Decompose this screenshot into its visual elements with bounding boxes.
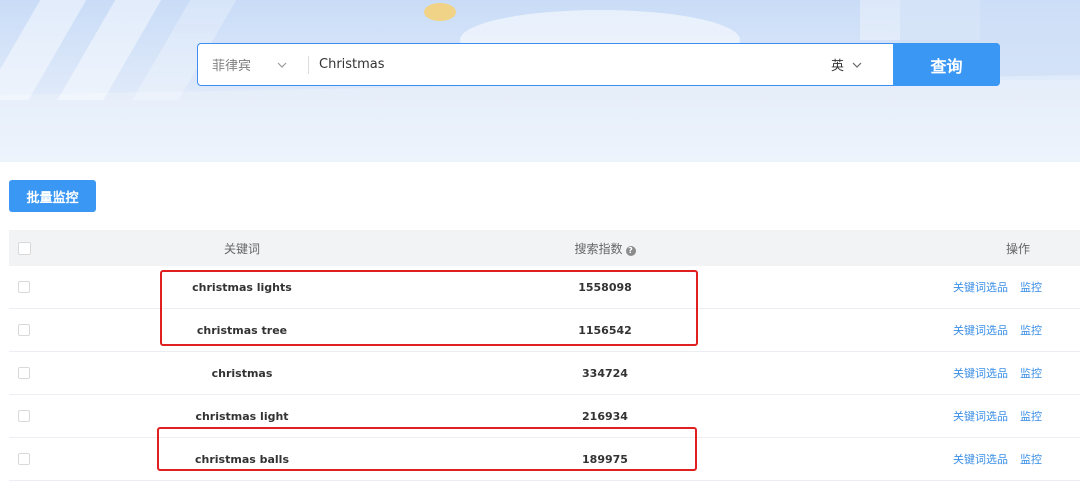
monitor-link[interactable]: 监控 xyxy=(1020,281,1042,294)
row-checkbox[interactable] xyxy=(18,281,30,293)
search-index-cell: 1558098 xyxy=(578,280,632,294)
keyword-select-link[interactable]: 关键词选品 xyxy=(953,324,1008,337)
keyword-table: 关键词 搜索指数? 操作 christmas lights 1558098 关键… xyxy=(9,230,1080,481)
row-checkbox[interactable] xyxy=(18,324,30,336)
search-index-cell: 189975 xyxy=(582,452,628,466)
table-row: christmas tree 1156542 关键词选品 监控 xyxy=(9,309,1080,352)
region-select[interactable]: 菲律宾 xyxy=(198,44,308,85)
search-index-cell: 334724 xyxy=(582,366,628,380)
table-row: christmas light 216934 关键词选品 监控 xyxy=(9,395,1080,438)
monitor-link[interactable]: 监控 xyxy=(1020,410,1042,423)
batch-monitor-button[interactable]: 批量监控 xyxy=(9,180,96,212)
keyword-select-link[interactable]: 关键词选品 xyxy=(953,367,1008,380)
search-index-cell: 1156542 xyxy=(578,323,632,337)
search-bar: 菲律宾 英 查询 xyxy=(197,43,1000,86)
keyword-select-link[interactable]: 关键词选品 xyxy=(953,410,1008,423)
column-header-actions: 操作 xyxy=(1005,241,1030,256)
row-checkbox[interactable] xyxy=(18,410,30,422)
table-row: christmas lights 1558098 关键词选品 监控 xyxy=(9,266,1080,309)
region-select-value: 菲律宾 xyxy=(212,59,252,74)
keyword-cell: christmas tree xyxy=(196,323,288,337)
help-icon[interactable]: ? xyxy=(625,245,636,256)
table-row: christmas 334724 关键词选品 监控 xyxy=(9,352,1080,395)
select-all-checkbox[interactable] xyxy=(18,241,31,255)
row-checkbox[interactable] xyxy=(18,453,30,465)
column-header-search-index: 搜索指数? xyxy=(435,240,775,257)
monitor-link[interactable]: 监控 xyxy=(1020,367,1042,380)
column-header-search-index-label: 搜索指数 xyxy=(574,241,623,256)
monitor-link[interactable]: 监控 xyxy=(1020,324,1042,337)
keyword-cell: christmas lights xyxy=(192,280,292,294)
search-input[interactable] xyxy=(309,44,831,85)
chevron-down-icon xyxy=(277,62,287,68)
keyword-cell: christmas light xyxy=(195,409,289,423)
keyword-select-link[interactable]: 关键词选品 xyxy=(953,281,1008,294)
language-select-value: 英 xyxy=(831,59,845,74)
monitor-link[interactable]: 监控 xyxy=(1020,453,1042,466)
language-select[interactable]: 英 xyxy=(831,44,893,85)
keyword-select-link[interactable]: 关键词选品 xyxy=(953,453,1008,466)
column-header-keyword: 关键词 xyxy=(223,241,260,256)
search-index-cell: 216934 xyxy=(582,409,628,423)
search-banner: 菲律宾 英 查询 xyxy=(0,0,1080,162)
table-header: 关键词 搜索指数? 操作 xyxy=(9,230,1080,266)
chevron-down-icon xyxy=(852,62,862,68)
keyword-cell: christmas xyxy=(211,366,273,380)
keyword-cell: christmas balls xyxy=(195,452,289,466)
row-checkbox[interactable] xyxy=(18,367,30,379)
query-button[interactable]: 查询 xyxy=(893,43,1000,86)
